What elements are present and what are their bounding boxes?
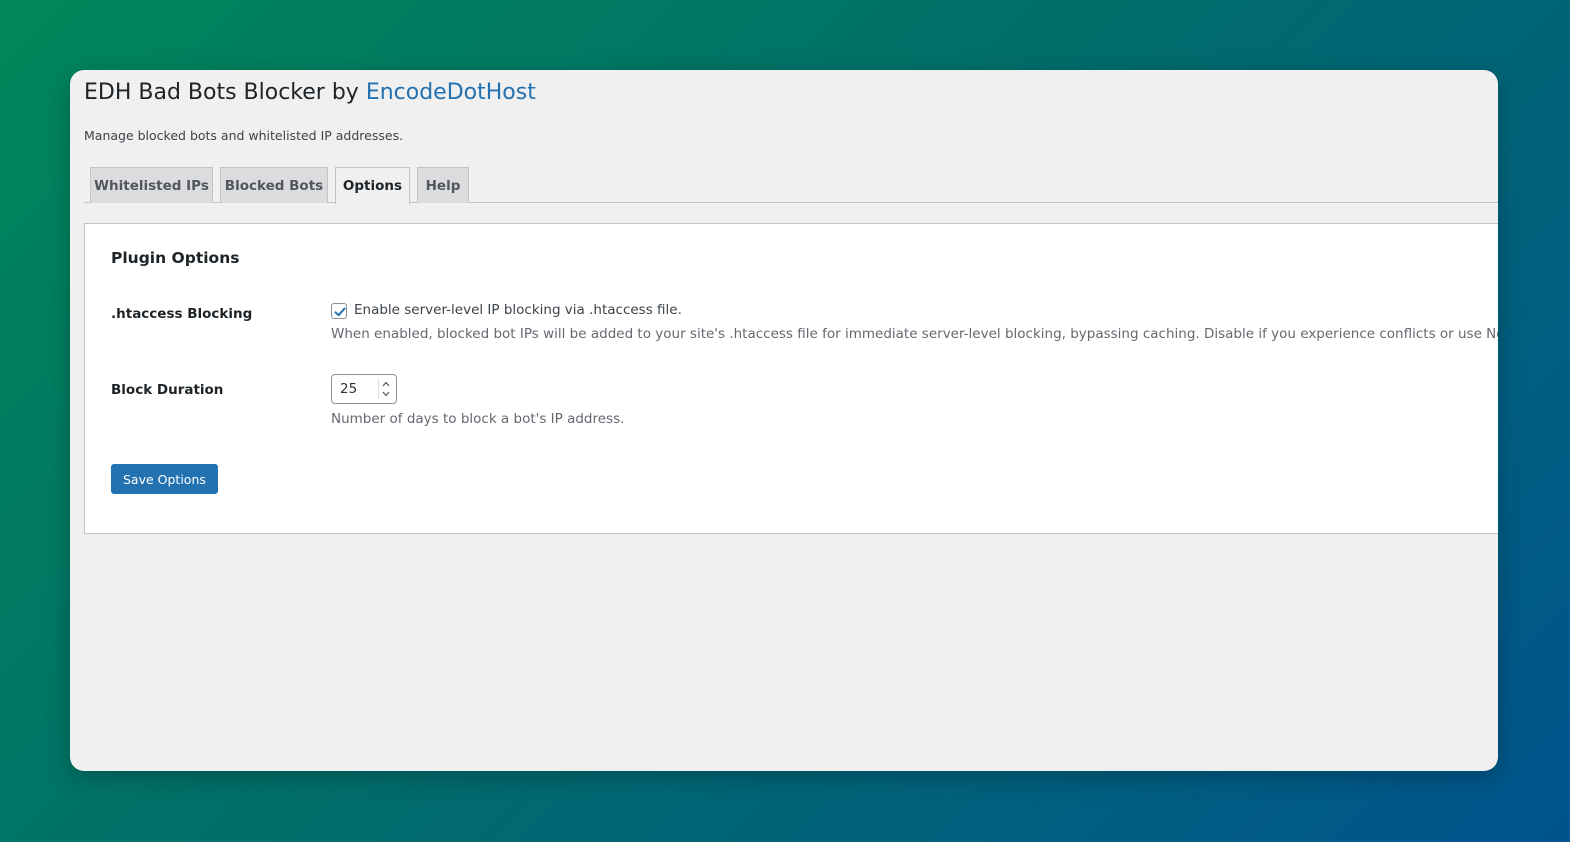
page-subtitle: Manage blocked bots and whitelisted IP a… [84, 128, 404, 143]
block-duration-description: Number of days to block a bot's IP addre… [331, 411, 625, 427]
tab-whitelisted-ips[interactable]: Whitelisted IPs [90, 167, 213, 203]
page-title-text: EDH Bad Bots Blocker by [84, 80, 366, 105]
htaccess-checkbox[interactable] [331, 303, 347, 319]
app-window: EDH Bad Bots Blocker by EncodeDotHost Ma… [70, 70, 1498, 771]
tab-help[interactable]: Help [417, 167, 469, 203]
chevron-up-icon[interactable] [381, 380, 391, 388]
chevron-down-icon[interactable] [381, 390, 391, 398]
save-options-button[interactable]: Save Options [111, 464, 218, 494]
tab-bar: Whitelisted IPs Blocked Bots Options Hel… [84, 167, 1498, 204]
block-duration-value: 25 [340, 381, 358, 397]
htaccess-checkbox-label[interactable]: Enable server-level IP blocking via .hta… [354, 302, 682, 318]
block-duration-input[interactable]: 25 [331, 374, 397, 404]
htaccess-label: .htaccess Blocking [111, 306, 253, 322]
encodedothost-link[interactable]: EncodeDotHost [366, 80, 536, 105]
block-duration-label: Block Duration [111, 382, 224, 398]
options-panel: Plugin Options .htaccess Blocking Enable… [84, 223, 1498, 534]
number-spinner [378, 379, 392, 399]
tab-options[interactable]: Options [335, 167, 410, 204]
page-title: EDH Bad Bots Blocker by EncodeDotHost [84, 80, 536, 105]
tab-blocked-bots[interactable]: Blocked Bots [220, 167, 328, 203]
section-title: Plugin Options [111, 249, 240, 267]
htaccess-description: When enabled, blocked bot IPs will be ad… [331, 326, 1498, 342]
checkmark-icon [334, 307, 346, 317]
